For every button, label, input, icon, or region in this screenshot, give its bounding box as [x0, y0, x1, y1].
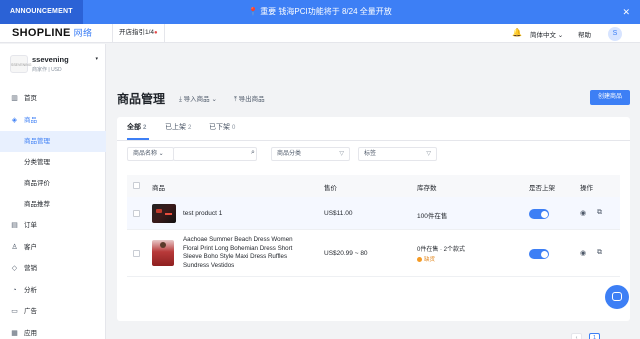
apps-icon: ▦	[11, 329, 18, 337]
store-plan: 商家作 | USD	[32, 67, 62, 73]
header-published: 是否上架	[529, 185, 555, 192]
orders-icon: ▤	[11, 222, 18, 229]
chat-button[interactable]	[605, 285, 629, 309]
header-product: 商品	[152, 185, 165, 192]
publish-toggle[interactable]	[529, 209, 549, 219]
product-name[interactable]: test product 1	[183, 210, 222, 217]
export-products-button[interactable]: ⤒ 导出商品	[234, 93, 265, 104]
import-products-button[interactable]: ⤓ 导入商品 ⌄	[179, 93, 217, 104]
product-stock: 100件在售	[417, 213, 448, 220]
page-1-button[interactable]: 1	[589, 333, 600, 339]
toggle-knob	[540, 250, 548, 258]
sidebar-item-orders[interactable]: ▤ 订单	[0, 215, 106, 237]
tab-unlisted[interactable]: 已下架 0	[209, 122, 235, 132]
category-filter[interactable]: 商品分类 ▽	[271, 147, 350, 161]
sidebar-item-ads[interactable]: ▭ 广告	[0, 301, 106, 323]
search-input[interactable]	[173, 147, 257, 161]
view-icon[interactable]: ◉	[580, 249, 586, 257]
avatar[interactable]: S	[608, 27, 622, 41]
warning-dot-icon	[417, 256, 422, 262]
top-bar: SHOPLINE 网络 开店指引1/4● 🔔 简体中文 ⌄ 帮助 S	[0, 24, 640, 43]
search-icon[interactable]: ⌕	[251, 149, 255, 157]
sidebar-item-category-management[interactable]: 分类管理	[0, 152, 106, 173]
out-of-stock-badge: 缺货	[417, 255, 435, 263]
tab-listed[interactable]: 已上架 2	[165, 122, 191, 132]
table-header: 商品 售价 库存数 是否上架 操作	[127, 175, 620, 197]
announcement-text: 重要 钱海PCI功能将于 8/24 全量开放	[260, 7, 392, 16]
sidebar-item-home[interactable]: ▥ 首页	[0, 88, 106, 110]
products-table: 商品 售价 库存数 是否上架 操作 test product 1 US$11.0…	[127, 175, 620, 277]
close-icon[interactable]: ✕	[622, 7, 630, 18]
sidebar-item-apps[interactable]: ▦ 应用	[0, 323, 106, 339]
sidebar-item-product-recommendations[interactable]: 商品推荐	[0, 194, 106, 215]
funnel-icon: ▽	[426, 151, 431, 157]
table-row[interactable]: Aachoae Summer Beach Dress Women Floral …	[127, 230, 620, 277]
store-switcher[interactable]: SSEVENING ssevening 商家作 | USD ▾	[10, 53, 102, 77]
product-name[interactable]: Aachoae Summer Beach Dress Women Floral …	[183, 236, 293, 270]
product-thumbnail[interactable]	[152, 240, 174, 266]
store-logo: SSEVENING	[10, 55, 31, 73]
header-stock: 库存数	[417, 185, 437, 192]
tab-all[interactable]: 全部 2	[127, 122, 146, 132]
row-checkbox[interactable]	[133, 210, 140, 217]
product-thumbnail[interactable]	[152, 204, 176, 223]
home-icon: ▥	[11, 95, 18, 102]
row-checkbox[interactable]	[133, 250, 140, 257]
sidebar-item-product-management[interactable]: 商品管理	[0, 131, 106, 152]
select-all-checkbox[interactable]	[133, 182, 140, 189]
help-link[interactable]: 帮助	[578, 29, 591, 39]
product-stock: 0件在售 · 2个款式	[417, 247, 466, 253]
language-select[interactable]: 简体中文 ⌄	[530, 29, 563, 39]
copy-icon[interactable]: ⧉	[597, 249, 602, 257]
customers-icon: ♙	[11, 243, 18, 251]
publish-toggle[interactable]	[529, 249, 549, 259]
page-title: 商品管理	[117, 92, 166, 106]
products-card: 全部 2 已上架 2 已下架 0 商品名称 ⌄ ⌕ 商品分类 ▽ 标签 ▽ 商品 售价 库…	[117, 117, 630, 339]
ads-icon: ▭	[11, 308, 18, 315]
bell-icon[interactable]: 🔔	[512, 28, 522, 37]
header-actions: 操作	[580, 185, 593, 192]
search-field-select[interactable]: 商品名称 ⌄	[127, 147, 174, 161]
sidebar-item-marketing[interactable]: ◇ 营销	[0, 258, 106, 280]
store-name: ssevening	[32, 55, 69, 64]
sidebar-nav: ▥ 首页 ◈ 商品 商品管理 分类管理 商品评价 商品推荐 ▤ 订单 ♙ 客户 ◇ 营销 …	[0, 88, 106, 339]
table-row[interactable]: test product 1 US$11.00 100件在售 ◉ ⧉	[127, 197, 620, 230]
chat-icon	[612, 292, 622, 301]
shopline-logo[interactable]: SHOPLINE 网络	[12, 26, 92, 39]
view-icon[interactable]: ◉	[580, 209, 586, 217]
tab-divider	[117, 140, 630, 141]
sidebar-item-analytics[interactable]: ◔ 分析	[0, 280, 106, 302]
guide-dot: ●	[154, 30, 158, 36]
prev-page-button[interactable]: ‹	[571, 333, 582, 339]
funnel-icon: ▽	[339, 151, 344, 157]
logo-sub: 网络	[73, 28, 93, 38]
copy-icon[interactable]: ⧉	[597, 209, 602, 217]
products-icon: ◈	[11, 116, 18, 124]
announcement-bar: ANNOUNCEMENT 📍 重要 钱海PCI功能将于 8/24 全量开放 ✕	[0, 0, 640, 24]
setup-guide-link[interactable]: 开店指引1/4●	[112, 24, 165, 42]
sidebar-item-product-reviews[interactable]: 商品评价	[0, 173, 106, 194]
product-price: US$20.99 ~ 80	[324, 250, 368, 257]
create-product-button[interactable]: 创建商品	[590, 90, 630, 105]
sidebar: SSEVENING ssevening 商家作 | USD ▾ ▥ 首页 ◈ 商品 …	[0, 44, 106, 339]
sidebar-item-products[interactable]: ◈ 商品	[0, 110, 106, 132]
sidebar-item-customers[interactable]: ♙ 客户	[0, 237, 106, 259]
main-content: 商品管理 ⤓ 导入商品 ⌄ ⤒ 导出商品 创建商品 全部 2 已上架 2 已下架 0 …	[107, 44, 640, 339]
marketing-icon: ◇	[11, 265, 18, 272]
announcement-message[interactable]: 📍 重要 钱海PCI功能将于 8/24 全量开放	[0, 0, 640, 24]
toggle-knob	[540, 210, 548, 218]
tag-filter[interactable]: 标签 ▽	[358, 147, 437, 161]
product-price: US$11.00	[324, 210, 353, 217]
caret-down-icon: ▾	[95, 56, 98, 62]
analytics-icon: ◔	[12, 286, 17, 294]
header-price: 售价	[324, 185, 337, 192]
pin-icon: 📍	[248, 7, 259, 16]
